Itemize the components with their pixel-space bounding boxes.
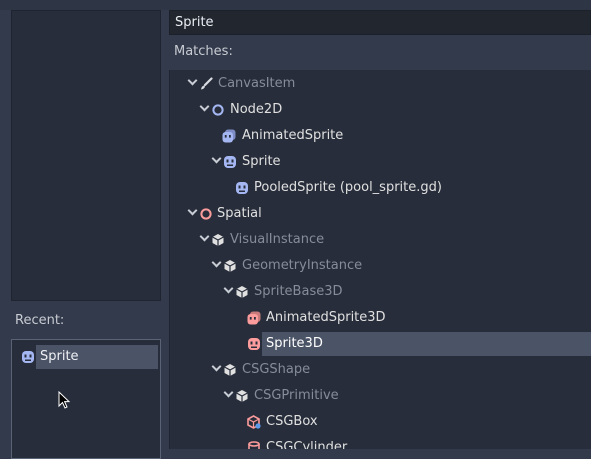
tree-row-label: CSGCylinder — [266, 440, 348, 449]
tree-row-sprite3d[interactable]: Sprite3D — [170, 331, 591, 357]
favorites-panel[interactable] — [11, 10, 161, 301]
tree-row-pooledsprite[interactable]: PooledSprite (pool_sprite.gd) — [170, 175, 591, 201]
tree-row-label: CSGPrimitive — [254, 388, 339, 403]
tree-row-geometryinstance[interactable]: GeometryInstance — [170, 253, 591, 279]
tree-row-animatedsprite[interactable]: AnimatedSprite — [170, 123, 591, 149]
chevron-down-icon[interactable] — [188, 207, 198, 217]
chevron-down-icon[interactable] — [212, 363, 222, 373]
animated-sprite-3d-icon — [247, 311, 261, 325]
tree-row-label: AnimatedSprite3D — [266, 310, 386, 325]
chevron-down-icon[interactable] — [224, 285, 234, 295]
cube-icon — [235, 285, 249, 299]
tree-row-label: Node2D — [230, 102, 283, 117]
tree-row-animatedsprite3d[interactable]: AnimatedSprite3D — [170, 305, 591, 331]
tree-row-label: Spatial — [217, 206, 262, 221]
search-input[interactable]: Sprite — [169, 10, 591, 35]
tree-row-label: CSGShape — [242, 362, 311, 377]
tree-row-label: GeometryInstance — [242, 258, 363, 273]
tree-row-node2d[interactable]: Node2D — [170, 97, 591, 123]
mouse-cursor-icon — [58, 391, 70, 409]
node2d-circle-icon — [211, 103, 225, 117]
top-bar — [0, 0, 591, 10]
tree-row-label: CanvasItem — [218, 76, 296, 91]
cube-icon — [211, 233, 225, 247]
matches-label: Matches: — [174, 44, 233, 59]
tree-row-csgprimitive[interactable]: CSGPrimitive — [170, 383, 591, 409]
csg-cylinder-icon — [247, 441, 261, 449]
chevron-down-icon[interactable] — [200, 233, 210, 243]
tree-row-canvasitem[interactable]: CanvasItem — [170, 71, 591, 97]
tree-row-csgcylinder[interactable]: CSGCylinder — [170, 435, 591, 449]
recent-item-label: Sprite — [40, 349, 79, 364]
tree-row-label: VisualInstance — [230, 232, 325, 247]
sprite-3d-icon — [247, 337, 261, 351]
tree-row-csgbox[interactable]: CSGBox — [170, 409, 591, 435]
csg-box-icon — [247, 415, 261, 429]
chevron-down-icon[interactable] — [200, 103, 210, 113]
chevron-down-icon[interactable] — [212, 259, 222, 269]
tree-row-label: AnimatedSprite — [242, 128, 344, 143]
spatial-circle-icon — [199, 207, 213, 221]
tree-row-label: Sprite3D — [266, 336, 323, 351]
sprite-2d-icon — [21, 350, 35, 364]
cube-icon — [235, 389, 249, 403]
tree-row-label: PooledSprite (pool_sprite.gd) — [254, 180, 442, 195]
cube-icon — [223, 363, 237, 377]
tree-row-label: CSGBox — [266, 414, 318, 429]
recent-item-sprite[interactable]: Sprite — [20, 345, 158, 369]
tree-row-spatial[interactable]: Spatial — [170, 201, 591, 227]
sprite-2d-icon — [235, 181, 249, 195]
tree-row-spritebase3d[interactable]: SpriteBase3D — [170, 279, 591, 305]
recent-label: Recent: — [15, 313, 65, 328]
sprite-2d-icon — [223, 155, 237, 169]
tree-row-visualinstance[interactable]: VisualInstance — [170, 227, 591, 253]
chevron-down-icon[interactable] — [224, 389, 234, 399]
chevron-down-icon[interactable] — [212, 155, 222, 165]
tree-row-label: Sprite — [242, 154, 281, 169]
chevron-down-icon[interactable] — [188, 77, 198, 87]
cube-icon — [223, 259, 237, 273]
matches-tree[interactable]: CanvasItem Node2D AnimatedSprite Sprite … — [169, 70, 591, 449]
tree-row-sprite[interactable]: Sprite — [170, 149, 591, 175]
tree-row-csgshape[interactable]: CSGShape — [170, 357, 591, 383]
brush-icon — [199, 77, 213, 91]
tree-row-label: SpriteBase3D — [254, 284, 343, 299]
animated-sprite-2d-icon — [222, 129, 236, 143]
recent-list[interactable]: Sprite — [11, 339, 161, 459]
